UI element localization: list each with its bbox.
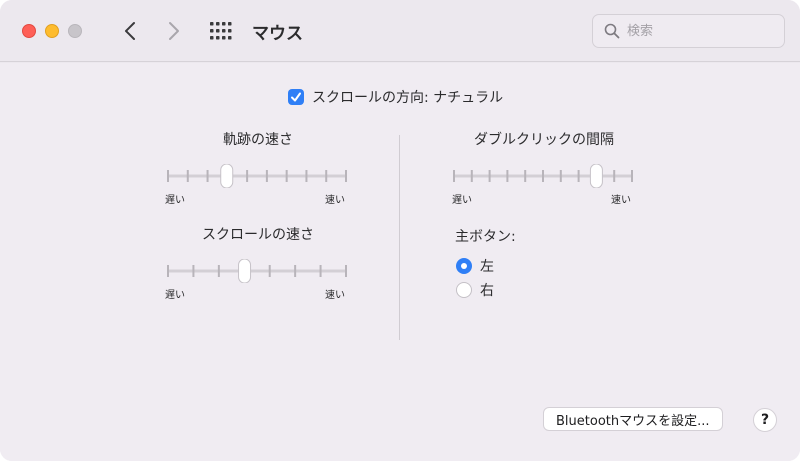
tracking-speed-title: 軌跡の速さ bbox=[223, 132, 293, 148]
search-field[interactable] bbox=[592, 14, 785, 48]
scroll-speed-slider-knob[interactable] bbox=[238, 259, 252, 283]
scroll-speed-max-label: 速い bbox=[325, 290, 345, 301]
scroll-speed-slider-tick bbox=[294, 265, 297, 277]
primary-button-right-row[interactable]: 右 bbox=[456, 280, 494, 300]
scroll-speed-title: スクロールの速さ bbox=[202, 227, 314, 243]
double-click-speed-slider-tick bbox=[506, 170, 509, 182]
tracking-speed-slider-tick bbox=[265, 170, 268, 182]
double-click-speed-title: ダブルクリックの間隔 bbox=[474, 132, 614, 148]
tracking-speed-slider[interactable] bbox=[160, 164, 356, 188]
system-preferences-window: マウス スクロールの方向: ナチュラル 軌跡の速さ 遅い 速い bbox=[0, 0, 800, 461]
tracking-speed-slider-tick bbox=[167, 170, 169, 182]
primary-button-left-label: 左 bbox=[480, 259, 494, 275]
tracking-speed-slider-tick bbox=[246, 170, 249, 182]
double-click-speed-slider-tick bbox=[631, 170, 633, 182]
tracking-speed-slider-tick bbox=[186, 170, 189, 182]
double-click-speed-max-label: 速い bbox=[611, 195, 631, 206]
double-click-speed-slider-tick bbox=[453, 170, 455, 182]
primary-button-left-radio[interactable] bbox=[456, 258, 472, 274]
search-icon bbox=[604, 23, 620, 39]
preferences-content: スクロールの方向: ナチュラル 軌跡の速さ 遅い 速い スクロールの速さ 遅い … bbox=[0, 63, 800, 461]
tracking-speed-min-label: 遅い bbox=[165, 195, 185, 206]
toolbar: マウス bbox=[0, 0, 800, 62]
forward-button[interactable] bbox=[162, 18, 186, 44]
double-click-speed-slider[interactable] bbox=[446, 164, 642, 188]
setup-bluetooth-mouse-button[interactable]: Bluetoothマウスを設定... bbox=[543, 407, 723, 431]
chevron-left-icon bbox=[125, 22, 135, 40]
scroll-speed-slider-tick bbox=[319, 265, 322, 277]
double-click-speed-slider-knob[interactable] bbox=[589, 164, 603, 188]
checkmark-icon bbox=[291, 92, 301, 102]
tracking-speed-slider-tick bbox=[206, 170, 209, 182]
scroll-direction-row[interactable]: スクロールの方向: ナチュラル bbox=[288, 87, 503, 107]
chevron-right-icon bbox=[169, 22, 179, 40]
double-click-speed-slider-tick bbox=[470, 170, 473, 182]
back-button[interactable] bbox=[118, 18, 142, 44]
grid-icon bbox=[210, 22, 232, 40]
primary-button-title: 主ボタン: bbox=[455, 229, 516, 245]
scroll-speed-slider-tick bbox=[217, 265, 220, 277]
double-click-speed-min-label: 遅い bbox=[452, 195, 472, 206]
vertical-divider bbox=[399, 135, 400, 340]
search-input[interactable] bbox=[627, 21, 777, 41]
tracking-speed-slider-tick bbox=[285, 170, 288, 182]
close-button[interactable] bbox=[22, 24, 36, 38]
tracking-speed-slider-tick bbox=[325, 170, 328, 182]
tracking-speed-max-label: 速い bbox=[325, 195, 345, 206]
scroll-speed-slider-tick bbox=[268, 265, 271, 277]
double-click-speed-slider-tick bbox=[524, 170, 527, 182]
scroll-direction-label: スクロールの方向: ナチュラル bbox=[312, 90, 504, 106]
tracking-speed-slider-knob[interactable] bbox=[220, 164, 234, 188]
scroll-speed-slider-tick bbox=[167, 265, 169, 277]
tracking-speed-slider-track bbox=[168, 174, 346, 178]
double-click-speed-slider-tick bbox=[613, 170, 616, 182]
double-click-speed-slider-tick bbox=[577, 170, 580, 182]
scroll-speed-min-label: 遅い bbox=[165, 290, 185, 301]
scroll-speed-slider-track bbox=[168, 269, 346, 273]
scroll-speed-slider-tick bbox=[192, 265, 195, 277]
zoom-button bbox=[68, 24, 82, 38]
primary-button-right-radio[interactable] bbox=[456, 282, 472, 298]
scroll-direction-checkbox[interactable] bbox=[288, 89, 304, 105]
page-title: マウス bbox=[252, 24, 303, 44]
tracking-speed-slider-tick bbox=[345, 170, 347, 182]
minimize-button[interactable] bbox=[45, 24, 59, 38]
show-all-button[interactable] bbox=[208, 20, 234, 42]
scroll-speed-slider[interactable] bbox=[160, 259, 356, 283]
double-click-speed-slider-tick bbox=[542, 170, 544, 182]
double-click-speed-slider-tick bbox=[559, 170, 562, 182]
help-button[interactable]: ? bbox=[753, 408, 777, 432]
scroll-speed-slider-tick bbox=[345, 265, 347, 277]
tracking-speed-slider-tick bbox=[305, 170, 308, 182]
primary-button-right-label: 右 bbox=[480, 283, 494, 299]
primary-button-left-row[interactable]: 左 bbox=[456, 256, 494, 276]
double-click-speed-slider-tick bbox=[488, 170, 491, 182]
